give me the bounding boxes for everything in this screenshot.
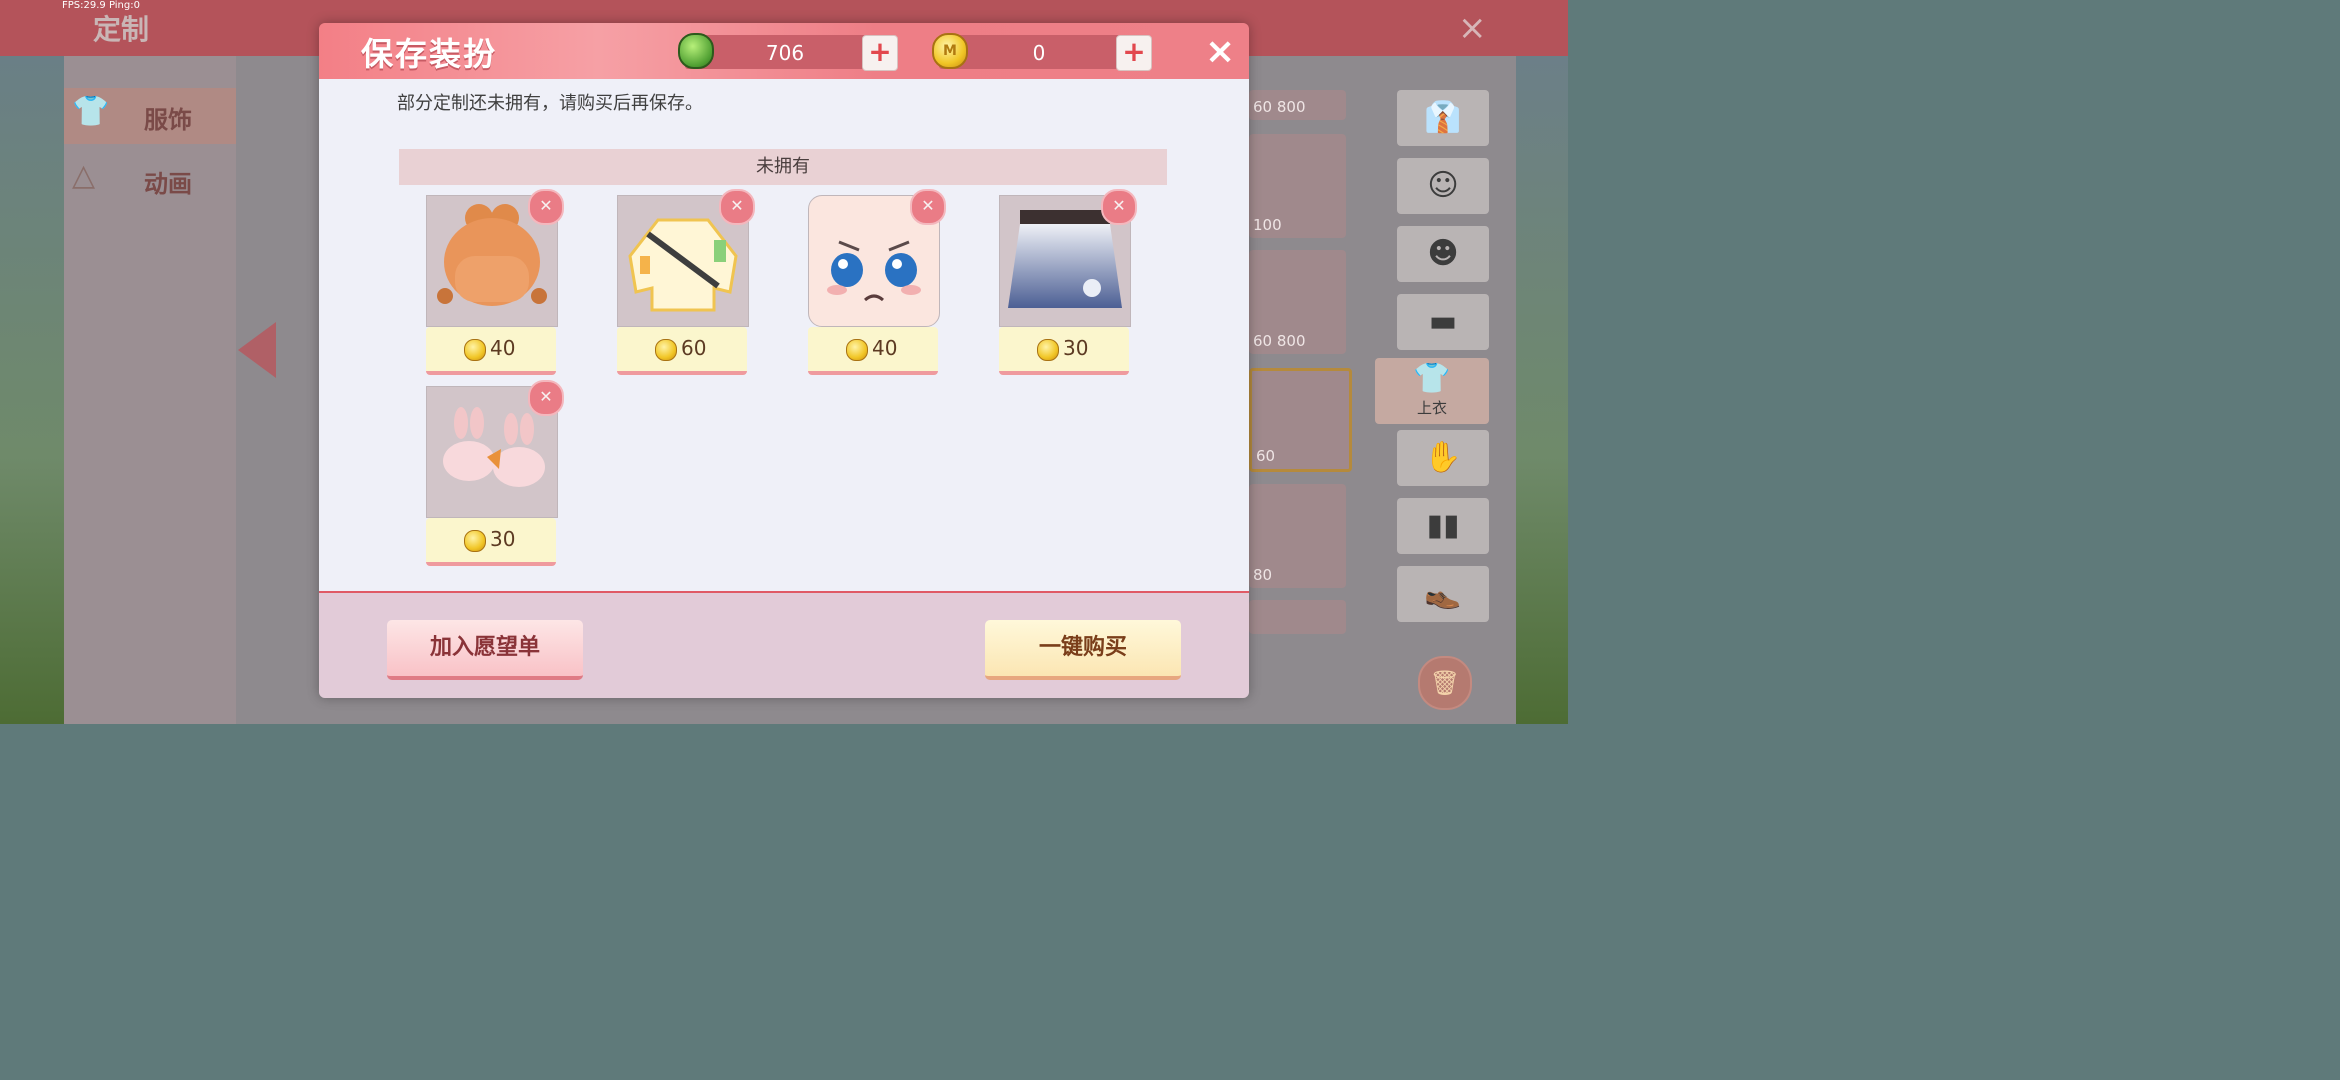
outfit-card[interactable]: 60 800 <box>1249 90 1346 120</box>
page-title: 定制 <box>93 13 150 46</box>
dialog-title: 保存装扮 <box>361 35 498 73</box>
nav-item-clothing[interactable]: 👕 服饰 <box>64 88 236 144</box>
outfit-card[interactable] <box>1249 600 1346 634</box>
coin-icon <box>464 530 486 552</box>
remove-icon[interactable]: ✕ <box>1101 189 1137 225</box>
buy-price-button[interactable]: 30 <box>426 518 556 566</box>
nav-item-label: 动画 <box>144 170 192 198</box>
item-face[interactable]: ✕ 40 <box>808 189 946 377</box>
tab-label: 上衣 <box>1416 399 1447 417</box>
nav-item-animation[interactable]: △ 动画 <box>64 152 236 208</box>
buy-price-button[interactable]: 40 <box>426 327 556 375</box>
item-hair[interactable]: ✕ 40 <box>426 189 564 377</box>
tab-gloves-icon[interactable]: ✋ <box>1397 430 1489 486</box>
gem-icon <box>678 33 714 69</box>
remove-icon[interactable]: ✕ <box>528 380 564 416</box>
tab-mask-icon[interactable]: ▬ <box>1397 294 1489 350</box>
tab-pants-icon[interactable]: ▮▮ <box>1397 498 1489 554</box>
add-gems-button[interactable]: + <box>862 35 898 71</box>
coin-icon <box>1037 339 1059 361</box>
buy-price-button[interactable]: 30 <box>999 327 1129 375</box>
outfit-card[interactable]: 100 <box>1249 134 1346 238</box>
close-icon[interactable]: × <box>1205 31 1235 72</box>
outfit-card[interactable]: 60 800 <box>1249 250 1346 354</box>
trash-icon[interactable]: 🗑 <box>1418 656 1472 710</box>
gem-balance: 706 <box>685 35 885 69</box>
nav-item-label: 服饰 <box>144 106 192 134</box>
coin-icon: M <box>932 33 968 69</box>
add-to-wishlist-button[interactable]: 加入愿望单 <box>387 620 583 680</box>
add-coins-button[interactable]: + <box>1116 35 1152 71</box>
item-slippers[interactable]: ✕ 30 <box>426 380 564 568</box>
tab-shoes-icon[interactable]: 👞 <box>1397 566 1489 622</box>
tab-top[interactable]: 👕 上衣 <box>1375 358 1489 424</box>
shirt-icon: 👕 <box>1413 361 1451 396</box>
scene-left <box>0 56 64 724</box>
buy-price-button[interactable]: 60 <box>617 327 747 375</box>
remove-icon[interactable]: ✕ <box>719 189 755 225</box>
buy-all-button[interactable]: 一键购买 <box>985 620 1181 680</box>
coin-icon <box>655 339 677 361</box>
coin-icon <box>464 339 486 361</box>
buy-price-button[interactable]: 40 <box>808 327 938 375</box>
coin-icon <box>846 339 868 361</box>
dialog-body: 部分定制还未拥有，请购买后再保存。 未拥有 ✕ 40 ✕ 60 ✕ 40 ✕ 3… <box>319 79 1249 591</box>
page-close-icon[interactable]: × <box>1458 8 1487 48</box>
shirt-icon: 👕 <box>72 94 110 129</box>
remove-icon[interactable]: ✕ <box>910 189 946 225</box>
outfit-card-selected[interactable]: 60 <box>1249 368 1352 472</box>
coin-balance: 0 <box>939 35 1139 69</box>
item-jacket[interactable]: ✕ 60 <box>617 189 755 377</box>
scene-right <box>1516 56 1568 724</box>
outfit-card[interactable]: 80 <box>1249 484 1346 588</box>
prev-arrow-icon[interactable] <box>238 322 276 378</box>
section-title: 未拥有 <box>399 149 1167 185</box>
tab-outfit-icon[interactable]: 👔 <box>1397 90 1489 146</box>
dialog-header: 保存装扮 706 + 0 M + × <box>319 23 1249 79</box>
notice-text: 部分定制还未拥有，请购买后再保存。 <box>397 93 703 114</box>
item-skirt[interactable]: ✕ 30 <box>999 189 1137 377</box>
save-outfit-dialog: 保存装扮 706 + 0 M + × 部分定制还未拥有，请购买后再保存。 未拥有 <box>319 23 1249 698</box>
triangle-icon: △ <box>72 158 96 193</box>
tab-face-icon[interactable]: ☻ <box>1397 226 1489 282</box>
tab-hair-icon[interactable]: ☺ <box>1397 158 1489 214</box>
dialog-footer: 加入愿望单 一键购买 <box>319 591 1249 698</box>
remove-icon[interactable]: ✕ <box>528 189 564 225</box>
